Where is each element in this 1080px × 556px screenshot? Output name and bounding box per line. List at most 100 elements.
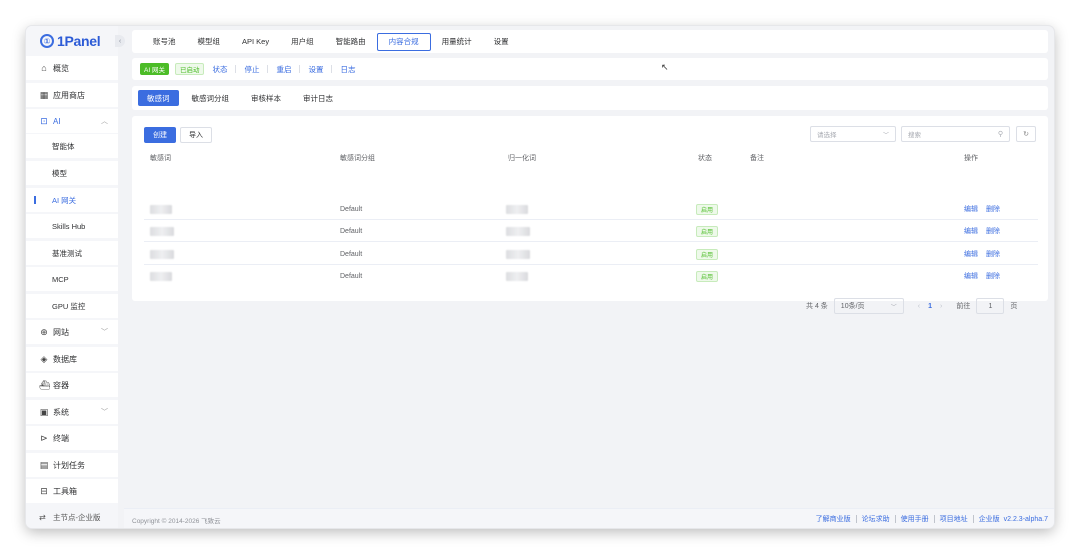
goto-page-input[interactable]: 1: [976, 298, 1005, 314]
tab-usage-stats[interactable]: 用量统计: [431, 33, 483, 51]
prev-page-icon[interactable]: ‹: [918, 303, 920, 310]
logo-text: 1Panel: [57, 33, 101, 49]
terminal-icon: ⊳: [40, 433, 48, 443]
tab-api-key[interactable]: API Key: [231, 33, 280, 51]
footer-link-project[interactable]: 项目地址: [940, 514, 968, 524]
sidebar-item-toolbox[interactable]: ⊟ 工具箱: [26, 479, 118, 503]
subtab-sensitive-words[interactable]: 敏感词: [138, 90, 179, 106]
sidebar-item-label: 网站: [53, 327, 69, 337]
table-row: Default 启用 编辑 删除: [144, 220, 1038, 242]
actions-cell: 编辑 删除: [964, 198, 1008, 220]
sidebar-item-terminal[interactable]: ⊳ 终端: [26, 426, 118, 450]
status-badge: 启用: [696, 248, 719, 260]
refresh-button[interactable]: ↻: [1016, 126, 1036, 142]
tab-smart-routing[interactable]: 智能路由: [325, 33, 377, 51]
sidebar-item-label: 计划任务: [53, 460, 85, 470]
next-page-icon[interactable]: ›: [940, 303, 942, 310]
tab-content-compliance[interactable]: 内容合规: [376, 32, 431, 51]
edit-link[interactable]: 编辑: [964, 271, 978, 281]
app-name-tag: AI 网关: [140, 63, 169, 75]
node-switcher[interactable]: ⇄ 主节点-企业版: [26, 506, 118, 528]
status-cell: 启用: [696, 220, 719, 242]
create-button[interactable]: 创建: [144, 127, 176, 143]
footer-links: 了解商业版 论坛求助 使用手册 项目地址 企业版 v2.2.3-alpha.7: [816, 514, 1048, 524]
sidebar-subitem-label: GPU 监控: [52, 301, 86, 311]
delete-link[interactable]: 删除: [986, 204, 1000, 214]
app-window: ① 1Panel ‹ ⌂ 概览 ▦ 应用商店 ⊡ AI ︿ 智能体 模型 AI …: [26, 26, 1054, 528]
search-input[interactable]: 搜索 ⚲: [901, 126, 1010, 142]
chevron-down-icon: ﹀: [101, 329, 108, 336]
status-badge: 启用: [696, 203, 719, 215]
sidebar-subitem-agent[interactable]: 智能体: [26, 134, 118, 158]
delete-link[interactable]: 删除: [986, 226, 1000, 236]
sidebar-subitem-benchmark[interactable]: 基准测试: [26, 241, 118, 265]
sidebar-subitem-mcp[interactable]: MCP: [26, 267, 118, 291]
subtab-audit-log[interactable]: 审计日志: [294, 90, 342, 106]
divider: [855, 515, 857, 523]
normalized-cell: [506, 265, 528, 287]
restart-link[interactable]: 重启: [276, 64, 291, 75]
group-cell: Default: [340, 272, 363, 280]
log-link[interactable]: 日志: [340, 64, 355, 75]
delete-link[interactable]: 删除: [986, 249, 1000, 259]
subtab-review-samples[interactable]: 审核样本: [242, 90, 290, 106]
footer-link-manual[interactable]: 使用手册: [901, 514, 929, 524]
toolbox-icon: ⊟: [40, 486, 48, 496]
group-cell: Default: [340, 205, 363, 213]
sidebar-subitem-label: 智能体: [52, 141, 75, 151]
footer-link-enterprise[interactable]: 企业版: [979, 514, 1000, 524]
chevron-up-icon: ︿: [101, 118, 108, 125]
sidebar-subitem-skills-hub[interactable]: Skills Hub: [26, 214, 118, 238]
page-suffix: 页: [1010, 303, 1018, 310]
redacted-word: [150, 249, 174, 259]
sidebar-subitem-gpu-monitor[interactable]: GPU 监控: [26, 294, 118, 318]
page-number[interactable]: 1: [928, 303, 932, 310]
sidebar-item-system[interactable]: ▣ 系统 ﹀: [26, 400, 118, 424]
sidebar-item-label: 数据库: [53, 354, 77, 364]
page-size-select[interactable]: 10条/页 ﹀: [833, 298, 904, 314]
sidebar-item-label: AI: [53, 116, 61, 126]
table-row: Default 启用 编辑 删除: [144, 265, 1038, 287]
globe-icon: ⊕: [40, 327, 48, 337]
tab-user-group[interactable]: 用户组: [280, 33, 325, 51]
normalized-cell: [506, 220, 530, 242]
sidebar-subitem-ai-gateway[interactable]: AI 网关: [26, 188, 118, 212]
sidebar-item-overview[interactable]: ⌂ 概览: [26, 56, 118, 80]
settings-link[interactable]: 设置: [308, 64, 323, 75]
main-content: 账号池 模型组 API Key 用户组 智能路由 内容合规 用量统计 设置 AI…: [124, 26, 1054, 528]
sidebar-item-website[interactable]: ⊕ 网站 ﹀: [26, 320, 118, 344]
sidebar-item-cron[interactable]: ▤ 计划任务: [26, 453, 118, 477]
footer-link-forum[interactable]: 论坛求助: [862, 514, 890, 524]
delete-link[interactable]: 删除: [986, 271, 1000, 281]
sidebar-item-app-store[interactable]: ▦ 应用商店: [26, 83, 118, 107]
column-header-status: 状态: [698, 155, 712, 162]
stop-link[interactable]: 停止: [244, 64, 259, 75]
sidebar-item-container[interactable]: ⛴ 容器: [26, 373, 118, 397]
sidebar-item-ai[interactable]: ⊡ AI ︿: [26, 109, 118, 133]
edit-link[interactable]: 编辑: [964, 204, 978, 214]
database-icon: ◈: [40, 354, 48, 364]
edit-link[interactable]: 编辑: [964, 249, 978, 259]
divider: [235, 65, 237, 73]
tab-model-group[interactable]: 模型组: [187, 33, 232, 51]
sidebar-item-database[interactable]: ◈ 数据库: [26, 347, 118, 371]
actions-cell: 编辑 删除: [964, 265, 1008, 287]
status-link[interactable]: 状态: [212, 64, 227, 75]
version-text: v2.2.3-alpha.7: [1003, 515, 1048, 523]
edit-link[interactable]: 编辑: [964, 226, 978, 236]
tab-account-pool[interactable]: 账号池: [142, 33, 187, 51]
sidebar-subitem-model[interactable]: 模型: [26, 161, 118, 185]
import-button[interactable]: 导入: [180, 127, 212, 143]
node-label: 主节点-企业版: [53, 512, 101, 522]
logo-icon: ①: [40, 34, 54, 48]
container-icon: ⛴: [39, 380, 51, 390]
footer-link-business[interactable]: 了解商业版: [816, 514, 851, 524]
sidebar-item-label: 应用商店: [53, 90, 85, 100]
logo[interactable]: ① 1Panel: [40, 32, 101, 50]
column-header-word: 敏感词: [150, 155, 171, 162]
word-cell: [150, 265, 172, 287]
subtab-word-groups[interactable]: 敏感词分组: [183, 90, 239, 106]
actions-cell: 编辑 删除: [964, 243, 1008, 265]
group-filter-select[interactable]: 请选择 ﹀: [810, 126, 896, 142]
tab-settings[interactable]: 设置: [483, 33, 520, 51]
